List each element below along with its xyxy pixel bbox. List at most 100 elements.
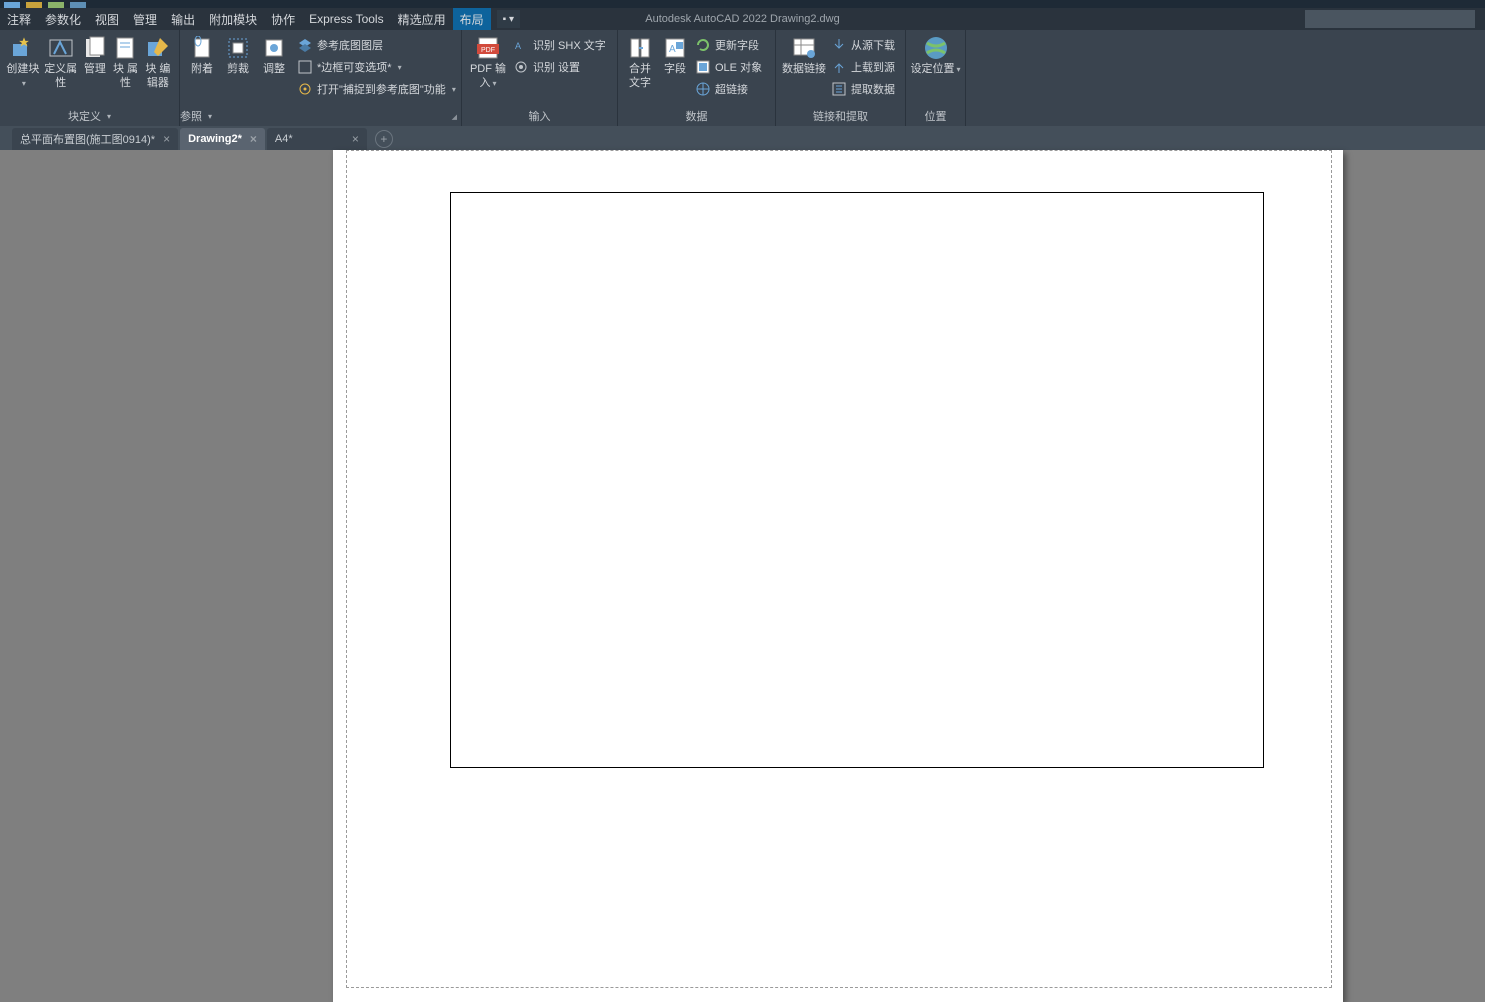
extract-icon bbox=[831, 81, 847, 97]
sheets2-icon bbox=[112, 36, 138, 60]
row-label: OLE 对象 bbox=[715, 59, 762, 75]
datalink-icon bbox=[791, 36, 817, 60]
clip-doc-icon bbox=[189, 36, 215, 60]
row-label: 提取数据 bbox=[851, 81, 895, 97]
panel-import: PDF PDF 输入 A识别 SHX 文字 识别 设置 输入 bbox=[462, 30, 618, 126]
merge-icon bbox=[627, 36, 653, 60]
row-label: 从源下载 bbox=[851, 37, 895, 53]
btn-data-link[interactable]: 数据链接 bbox=[780, 34, 828, 76]
pencil-icon bbox=[145, 36, 171, 60]
menu-collab[interactable]: 协作 bbox=[264, 8, 302, 30]
download-icon bbox=[831, 37, 847, 53]
search-input[interactable] bbox=[1305, 10, 1475, 28]
btn-label: 合并 文字 bbox=[622, 62, 658, 90]
update-icon bbox=[695, 37, 711, 53]
btn-label: 附着 bbox=[191, 62, 213, 76]
btn-extract-data[interactable]: 提取数据 bbox=[828, 78, 898, 100]
menu-manage[interactable]: 管理 bbox=[126, 8, 164, 30]
btn-label: 定义属性 bbox=[42, 62, 80, 90]
btn-recognize-settings[interactable]: 识别 设置 bbox=[510, 56, 609, 78]
btn-recognize-shx[interactable]: A识别 SHX 文字 bbox=[510, 34, 609, 56]
btn-label: PDF 输入 bbox=[466, 62, 510, 91]
doc-tab-label: A4* bbox=[275, 133, 293, 145]
btn-download-source[interactable]: 从源下载 bbox=[828, 34, 898, 56]
row-label: 更新字段 bbox=[715, 37, 759, 53]
btn-hyperlink[interactable]: 超链接 bbox=[692, 78, 765, 100]
btn-label: 调整 bbox=[263, 62, 285, 76]
btn-update-field[interactable]: 更新字段 bbox=[692, 34, 765, 56]
btn-label: 块 编辑器 bbox=[141, 62, 175, 90]
panel-title: 数据 bbox=[618, 106, 775, 126]
btn-label: 数据链接 bbox=[782, 62, 826, 76]
menu-annotate[interactable]: 注释 bbox=[0, 8, 38, 30]
btn-label: 字段 bbox=[664, 62, 686, 76]
btn-label: 设定位置 bbox=[910, 62, 960, 77]
row-label: *边框可变选项* bbox=[317, 59, 392, 75]
close-icon[interactable]: × bbox=[250, 132, 257, 146]
upload-icon bbox=[831, 59, 847, 75]
app-title: Autodesk AutoCAD 2022 Drawing2.dwg bbox=[645, 13, 839, 25]
panel-title[interactable]: 参照 bbox=[180, 106, 461, 126]
sparkle-icon bbox=[10, 36, 36, 60]
panel-link-extract: 数据链接 从源下载 上载到源 提取数据 链接和提取 bbox=[776, 30, 906, 126]
btn-field[interactable]: A 字段 bbox=[658, 34, 692, 76]
quick-access-bar bbox=[0, 0, 1485, 8]
doc-tab-label: Drawing2* bbox=[188, 133, 242, 145]
menu-parametric[interactable]: 参数化 bbox=[38, 8, 88, 30]
panel-title[interactable]: 块定义 bbox=[0, 106, 179, 126]
panel-title: 位置 bbox=[906, 106, 965, 126]
doc-tab[interactable]: Drawing2* × bbox=[180, 128, 265, 150]
btn-label: 剪裁 bbox=[227, 62, 249, 76]
ribbon: 创建块 定义属性 管理 块 属性 块 编辑器 块定义 bbox=[0, 30, 1485, 126]
layers-icon bbox=[297, 37, 313, 53]
btn-manage[interactable]: 管理 bbox=[80, 34, 111, 76]
svg-text:PDF: PDF bbox=[481, 47, 495, 54]
btn-define-attr[interactable]: 定义属性 bbox=[42, 34, 80, 90]
btn-underlay-layers[interactable]: 参考底图图层 bbox=[294, 34, 459, 56]
close-icon[interactable]: × bbox=[352, 132, 359, 146]
menu-view[interactable]: 视图 bbox=[88, 8, 126, 30]
close-icon[interactable]: × bbox=[163, 132, 170, 146]
menu-layout[interactable]: 布局 bbox=[453, 8, 491, 30]
btn-pdf-import[interactable]: PDF PDF 输入 bbox=[466, 34, 510, 91]
btn-set-location[interactable]: 设定位置 bbox=[910, 34, 961, 77]
row-label: 识别 SHX 文字 bbox=[533, 37, 606, 53]
btn-frame-vary[interactable]: *边框可变选项* bbox=[294, 56, 459, 78]
clip-frame-icon bbox=[225, 36, 251, 60]
add-tab-button[interactable]: + bbox=[375, 130, 393, 148]
row-label: 超链接 bbox=[715, 81, 748, 97]
btn-attach[interactable]: 附着 bbox=[184, 34, 220, 76]
drawing-viewport[interactable] bbox=[0, 150, 1485, 952]
svg-text:A: A bbox=[669, 44, 676, 55]
doc-tab-label: 总平面布置图(施工图0914)* bbox=[20, 131, 155, 147]
panel-location: 设定位置 位置 bbox=[906, 30, 966, 126]
menu-addins[interactable]: 附加模块 bbox=[202, 8, 264, 30]
btn-upload-source[interactable]: 上载到源 bbox=[828, 56, 898, 78]
document-tabs: 总平面布置图(施工图0914)* × Drawing2* × A4* × + bbox=[0, 126, 1485, 150]
btn-block-editor[interactable]: 块 编辑器 bbox=[141, 34, 175, 90]
btn-label: 块 属性 bbox=[110, 62, 141, 90]
pdf-icon: PDF bbox=[475, 36, 501, 60]
btn-clip[interactable]: 剪裁 bbox=[220, 34, 256, 76]
doc-tab[interactable]: A4* × bbox=[267, 128, 367, 150]
row-label: 识别 设置 bbox=[533, 59, 580, 75]
row-label: 上载到源 bbox=[851, 59, 895, 75]
snap-icon bbox=[297, 81, 313, 97]
btn-merge-text[interactable]: 合并 文字 bbox=[622, 34, 658, 90]
menu-overflow[interactable]: ▪ ▾ bbox=[497, 10, 520, 28]
layout-viewport-frame[interactable] bbox=[450, 192, 1264, 768]
btn-adjust[interactable]: 调整 bbox=[256, 34, 292, 76]
paper-sheet bbox=[333, 150, 1343, 1002]
panel-block-def: 创建块 定义属性 管理 块 属性 块 编辑器 块定义 bbox=[0, 30, 180, 126]
btn-ole-object[interactable]: OLE 对象 bbox=[692, 56, 765, 78]
menu-featured[interactable]: 精选应用 bbox=[391, 8, 453, 30]
panel-title: 链接和提取 bbox=[776, 106, 905, 126]
menu-express[interactable]: Express Tools bbox=[302, 8, 390, 30]
btn-block-attr[interactable]: 块 属性 bbox=[110, 34, 141, 90]
btn-snap-underlay[interactable]: 打开"捕捉到参考底图"功能 bbox=[294, 78, 459, 100]
btn-create-block[interactable]: 创建块 bbox=[4, 34, 42, 91]
field-icon: A bbox=[662, 36, 688, 60]
doc-tab[interactable]: 总平面布置图(施工图0914)* × bbox=[12, 128, 178, 150]
menu-output[interactable]: 输出 bbox=[164, 8, 202, 30]
tag-icon bbox=[48, 36, 74, 60]
